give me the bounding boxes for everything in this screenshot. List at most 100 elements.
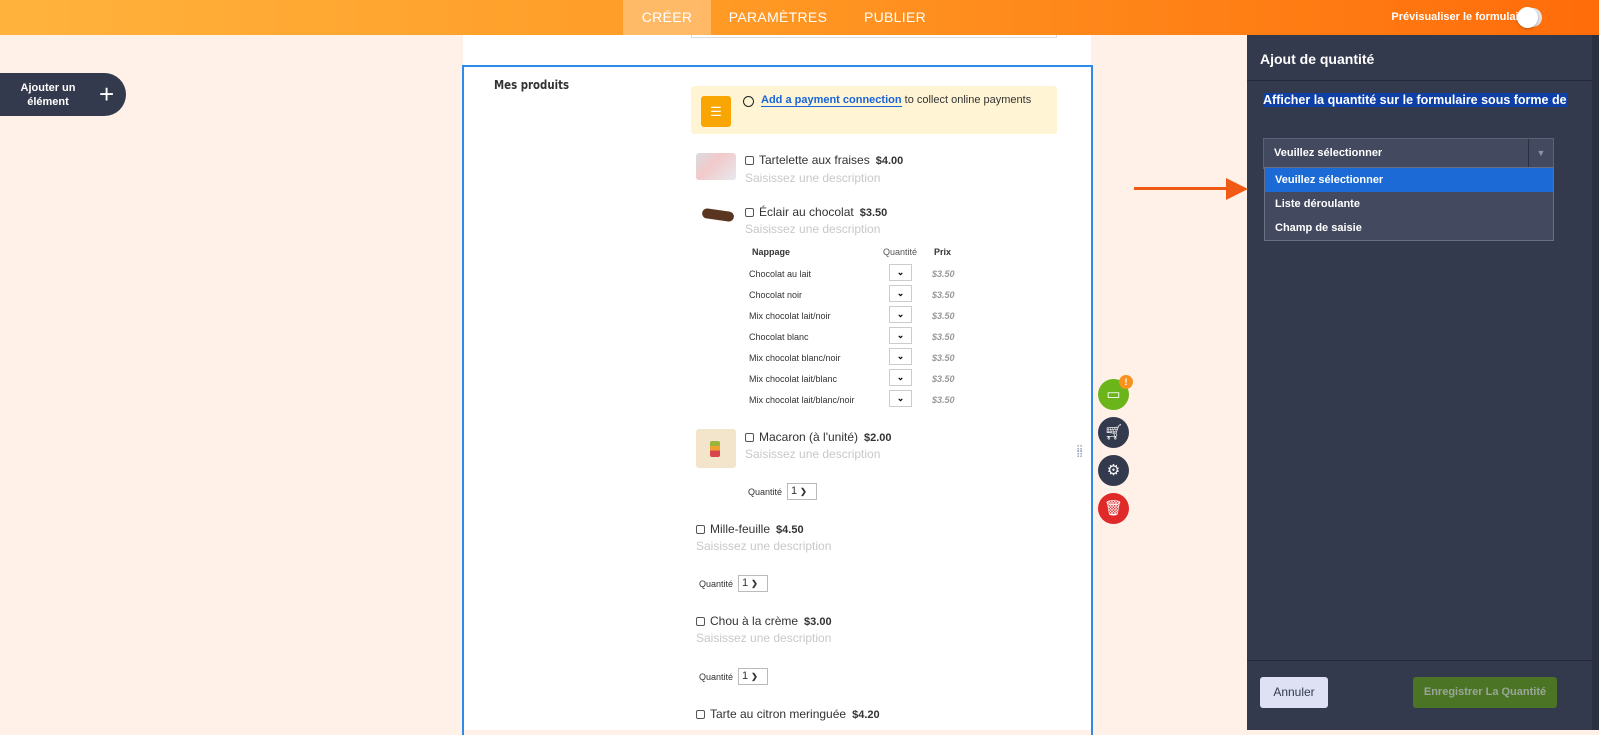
product-checkbox[interactable] [745,156,754,165]
chevron-down-icon: ⌄ [896,330,905,340]
product-checkbox[interactable] [745,433,754,442]
display-type-dropdown[interactable]: Veuillez sélectionner ▼ [1263,138,1554,169]
warning-badge: ! [1119,375,1133,389]
chevron-down-icon: ❯ [751,672,758,681]
product-checkbox[interactable] [696,710,705,719]
cart-button[interactable]: 🛒︎ [1098,417,1129,448]
product-item[interactable]: Mille-feuille $4.50 [696,522,804,536]
preview-toggle[interactable] [1517,7,1542,28]
product-name: Chou à la crème [710,614,799,628]
chevron-down-icon: ⌄ [896,393,905,403]
credit-card-icon: ▭ [1106,386,1121,403]
previous-field [691,35,1057,38]
product-name: Tartelette aux fraises [759,153,870,167]
product-price: $4.20 [852,709,880,721]
product-image [696,153,736,180]
add-element-button[interactable]: Ajouter un élément + [0,73,126,116]
product-name: Tarte au citron meringuée [710,707,847,721]
tab-creer[interactable]: CRÉER [623,0,711,35]
product-item[interactable]: Tarte au citron meringuée $4.20 [696,707,880,721]
quantity-display-label: Afficher la quantité sur le formulaire s… [1263,93,1567,107]
option-name: Chocolat noir [749,290,803,300]
table-header-nappage: Nappage [752,247,791,257]
option-liste-deroulante[interactable]: Liste déroulante [1265,192,1553,216]
annotation-arrow [1134,187,1229,190]
product-description[interactable]: Saisissez une description [696,631,831,645]
chevron-down-icon: ⌄ [896,351,905,361]
tab-publier[interactable]: PUBLIER [845,0,945,35]
option-price: $3.50 [932,374,955,384]
product-name: Mille-feuille [710,522,771,536]
product-price: $3.00 [804,616,832,628]
properties-panel: Ajout de quantité Afficher la quantité s… [1247,35,1599,730]
settings-button[interactable]: ⚙ [1098,455,1129,486]
dropdown-options: Veuillez sélectionner Liste déroulante C… [1264,167,1554,241]
product-description[interactable]: Saisissez une description [745,222,880,236]
chevron-down-icon: ❯ [800,487,807,496]
quantity-select[interactable]: 1 ❯ [787,483,817,500]
notice-text: to collect online payments [901,94,1032,106]
option-quantity-select[interactable]: ⌄ [889,327,912,344]
table-header-quantite: Quantité [883,247,918,257]
option-name: Mix chocolat blanc/noir [749,353,841,363]
product-price: $4.50 [776,524,804,536]
option-price: $3.50 [932,311,955,321]
option-quantity-select[interactable]: ⌄ [889,348,912,365]
product-name: Macaron (à l'unité) [759,430,858,444]
option-name: Chocolat blanc [749,332,809,342]
option-champ-de-saisie[interactable]: Champ de saisie [1265,216,1553,240]
footer-divider [1247,660,1592,661]
option-quantity-select[interactable]: ⌄ [889,285,912,302]
chevron-down-icon: ⌄ [896,288,905,298]
option-price: $3.50 [932,269,955,279]
payment-notice: ☰ Add a payment connection to collect on… [691,86,1057,134]
product-item[interactable]: Éclair au chocolat $3.50 [745,205,887,219]
product-description[interactable]: Saisissez une description [696,539,831,553]
option-price: $3.50 [932,332,955,342]
panel-scrollbar[interactable] [1592,35,1599,730]
panel-title: Ajout de quantité [1260,51,1375,67]
table-header-prix: Prix [934,247,952,257]
cart-icon: 🛒︎ [1103,424,1124,441]
quantity-select[interactable]: 1 ❯ [738,668,768,685]
option-quantity-select[interactable]: ⌄ [889,369,912,386]
option-veuillez-selectionner[interactable]: Veuillez sélectionner [1265,168,1553,192]
annotation-arrow-head [1226,178,1248,200]
product-checkbox[interactable] [696,617,705,626]
drag-handle-icon[interactable]: ⠿ ⠿ [1076,446,1084,461]
delete-button[interactable]: 🗑︎ [1098,493,1129,524]
quantity-select[interactable]: 1 ❯ [738,575,768,592]
option-quantity-select[interactable]: ⌄ [889,264,912,281]
chevron-down-icon: ⌄ [896,309,905,319]
field-label[interactable]: Mes produits [494,78,569,92]
quantity-label: Quantité [748,487,783,497]
option-quantity-select[interactable]: ⌄ [889,390,912,407]
product-checkbox[interactable] [745,208,754,217]
chevron-down-icon: ❯ [751,579,758,588]
product-name: Éclair au chocolat [759,205,854,219]
option-name: Mix chocolat lait/noir [749,311,831,321]
product-price: $4.00 [875,155,904,167]
chevron-down-icon: ⌄ [896,372,905,382]
payment-connection-link[interactable]: Add a payment connection [761,94,902,107]
option-quantity-select[interactable]: ⌄ [889,306,912,323]
plus-icon: + [99,79,115,109]
trash-icon: 🗑︎ [1103,500,1124,517]
product-item[interactable]: Tartelette aux fraises $4.00 [745,153,903,167]
option-price: $3.50 [932,290,955,300]
option-price: $3.50 [932,353,955,363]
option-price: $3.50 [932,395,955,405]
save-quantity-button[interactable]: Enregistrer La Quantité [1413,677,1557,708]
caret-down-icon: ▼ [1528,139,1553,168]
tab-parametres[interactable]: PARAMÈTRES [711,0,845,35]
checklist-icon: ☰ [701,96,731,127]
product-image [696,429,736,468]
product-item[interactable]: Macaron (à l'unité) $2.00 [745,430,892,444]
product-description[interactable]: Saisissez une description [745,171,880,185]
gear-icon: ⚙ [1106,462,1121,479]
product-checkbox[interactable] [696,525,705,534]
product-item[interactable]: Chou à la crème $3.00 [696,614,832,628]
cancel-button[interactable]: Annuler [1260,677,1328,708]
quantity-label: Quantité [699,579,734,589]
product-description[interactable]: Saisissez une description [745,447,880,461]
